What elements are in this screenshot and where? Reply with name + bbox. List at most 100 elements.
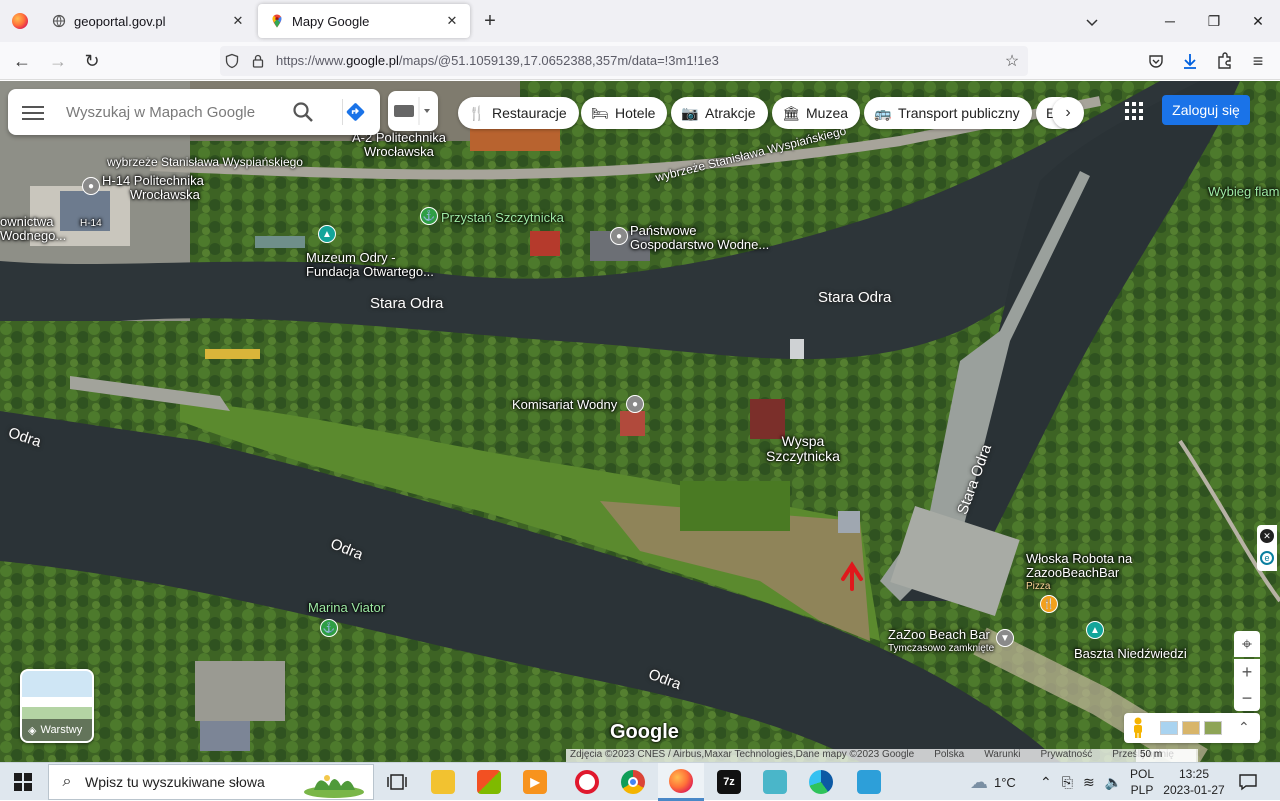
sign-in-button[interactable]: Zaloguj się xyxy=(1162,95,1250,125)
extensions-icon[interactable] xyxy=(1210,47,1238,75)
chip-hotels[interactable]: 🛏 Hotele xyxy=(581,97,668,129)
bookmark-star-icon[interactable]: ☆ xyxy=(1002,51,1022,71)
close-tab-icon[interactable]: ✕ xyxy=(230,13,246,29)
place-label[interactable]: H-14 Politechnika Wrocławska xyxy=(102,174,204,202)
place-label[interactable]: ZaZoo Beach Bar Tymczasowo zamknięte xyxy=(888,628,994,656)
taskbar-7zip[interactable]: 7z xyxy=(706,763,752,801)
layer-thumb[interactable] xyxy=(1182,721,1200,735)
pocket-icon[interactable] xyxy=(1142,47,1170,75)
scale-bar[interactable]: 50 m xyxy=(1136,749,1196,762)
university-icon[interactable]: ● xyxy=(82,177,100,195)
place-label[interactable]: Marina Viator xyxy=(308,601,385,615)
place-label[interactable]: Państwowe Gospodarstwo Wodne... xyxy=(630,224,769,252)
minimize-icon[interactable]: ─ xyxy=(1148,0,1192,42)
building-icon[interactable]: ● xyxy=(610,227,628,245)
privacy-link[interactable]: Prywatność xyxy=(1041,749,1093,762)
search-icon[interactable] xyxy=(290,99,316,125)
task-view-button[interactable] xyxy=(374,763,420,801)
place-label[interactable]: Włoska Robota na ZazooBeachBar Pizza xyxy=(1026,552,1132,594)
map-canvas[interactable]: wybrzeże Stanisława Wyspiańskiego wybrze… xyxy=(0,81,1280,762)
chip-transit[interactable]: 🚌 Transport publiczny xyxy=(864,97,1032,129)
clock[interactable]: 13:25 2023-01-27 xyxy=(1160,766,1228,798)
close-window-icon[interactable]: ✕ xyxy=(1236,0,1280,42)
place-label[interactable]: Przystań Szczytnicka xyxy=(441,211,564,225)
country-link[interactable]: Polska xyxy=(934,749,964,762)
media-icon: ▶ xyxy=(523,770,547,794)
clock-time: 13:25 xyxy=(1178,767,1210,781)
taskbar-firefox[interactable] xyxy=(658,763,704,801)
place-label[interactable]: Baszta Niedźwiedzi xyxy=(1074,647,1187,661)
menu-icon[interactable] xyxy=(22,102,44,122)
taskbar-search[interactable]: ⌕ Wpisz tu wyszukiwane słowa xyxy=(48,764,374,800)
language-indicator[interactable]: POL PLP xyxy=(1126,766,1158,798)
forward-arrow-icon[interactable]: → xyxy=(44,47,72,75)
volume-icon[interactable]: 🔈 xyxy=(1105,774,1122,791)
place-label[interactable]: Muzeum Odry - Fundacja Otwartego... xyxy=(306,251,434,279)
zoom-out-button[interactable]: − xyxy=(1234,685,1260,711)
weather-widget[interactable]: ☁ 1°C xyxy=(970,763,1016,801)
taskbar-store[interactable] xyxy=(466,763,512,801)
lock-icon[interactable] xyxy=(250,53,266,69)
close-tab-icon[interactable]: ✕ xyxy=(444,13,460,29)
chevron-up-icon[interactable]: ⌃ xyxy=(1238,719,1250,736)
layer-thumb[interactable] xyxy=(1204,721,1222,735)
windows-start-button[interactable] xyxy=(0,763,46,801)
pizza-icon[interactable]: 🍴 xyxy=(1040,595,1058,613)
network-device-icon[interactable]: ⎘ xyxy=(1062,774,1073,791)
windows-logo-icon xyxy=(14,773,32,791)
url-text[interactable]: https://www.google.pl/maps/@51.1059139,1… xyxy=(276,53,719,68)
place-label[interactable]: ownictwa Wodnego... xyxy=(0,215,66,243)
edge-ext-icon[interactable]: e xyxy=(1260,551,1274,565)
chip-restaurants[interactable]: 🍴 Restauracje xyxy=(458,97,579,129)
layers-button[interactable]: ◈ Warstwy xyxy=(20,669,94,743)
layer-thumb[interactable] xyxy=(1160,721,1178,735)
museum-icon[interactable]: ▲ xyxy=(318,225,336,243)
seven-zip-icon: 7z xyxy=(717,770,741,794)
boat-icon[interactable]: ⚓ xyxy=(320,619,338,637)
place-label[interactable]: A-2 Politechnika Wrocławska xyxy=(352,131,446,159)
police-icon[interactable]: ● xyxy=(626,395,644,413)
notifications-icon[interactable] xyxy=(1236,770,1260,794)
clock-date: 2023-01-27 xyxy=(1163,783,1225,797)
directions-icon[interactable] xyxy=(342,99,368,125)
taskbar-app-green[interactable] xyxy=(752,763,798,801)
museum-icon[interactable]: ▲ xyxy=(1086,621,1104,639)
pegman-icon[interactable] xyxy=(1130,717,1146,739)
taskbar-app-teal[interactable] xyxy=(846,763,892,801)
restore-icon[interactable]: ❐ xyxy=(1192,0,1236,42)
tab-geoportal[interactable]: geoportal.gov.pl ✕ xyxy=(40,4,256,38)
wifi-icon[interactable]: ≋ xyxy=(1083,774,1095,791)
taskbar-edge[interactable] xyxy=(798,763,844,801)
apps-grid-icon[interactable] xyxy=(1122,99,1146,123)
firefox-view-button[interactable] xyxy=(0,0,40,42)
my-location-icon[interactable]: ⌖ xyxy=(1234,631,1260,657)
chevron-up-icon[interactable]: ⌃ xyxy=(1040,774,1052,791)
layer-toggle-button[interactable] xyxy=(388,91,438,131)
zoom-in-button[interactable]: + xyxy=(1234,659,1260,685)
chevron-right-icon[interactable]: › xyxy=(1052,97,1084,129)
taskbar-chrome[interactable] xyxy=(610,763,656,801)
label-line: Włoska Robota na xyxy=(1026,551,1133,566)
new-tab-icon[interactable]: + xyxy=(478,9,502,33)
search-input[interactable] xyxy=(66,101,286,123)
chip-attractions[interactable]: 📷 Atrakcje xyxy=(671,97,768,129)
taskbar-media-player[interactable]: ▶ xyxy=(512,763,558,801)
download-icon[interactable] xyxy=(1176,47,1204,75)
close-circle-icon[interactable]: ✕ xyxy=(1260,529,1274,543)
place-label[interactable]: Wybieg flam xyxy=(1208,185,1279,199)
boat-icon[interactable]: ⚓ xyxy=(420,207,438,225)
app-menu-icon[interactable]: ≡ xyxy=(1244,47,1272,75)
terms-link[interactable]: Warunki xyxy=(984,749,1020,762)
reload-icon[interactable]: ↻ xyxy=(78,47,106,75)
place-label[interactable]: Komisariat Wodny xyxy=(512,398,617,412)
taskbar-opera[interactable] xyxy=(564,763,610,801)
shield-icon[interactable] xyxy=(224,53,240,69)
chevron-down-icon[interactable] xyxy=(1082,12,1102,32)
back-arrow-icon[interactable]: ← xyxy=(8,47,36,75)
taskbar-file-explorer[interactable] xyxy=(420,763,466,801)
address-bar[interactable]: https://www.google.pl/maps/@51.1059139,1… xyxy=(220,46,1028,76)
chip-museums[interactable]: 🏛 Muzea xyxy=(772,97,861,129)
tab-google-maps[interactable]: Mapy Google ✕ xyxy=(258,4,470,38)
island-label[interactable]: Wyspa Szczytnicka xyxy=(766,434,840,464)
bar-icon[interactable]: ▼ xyxy=(996,629,1014,647)
